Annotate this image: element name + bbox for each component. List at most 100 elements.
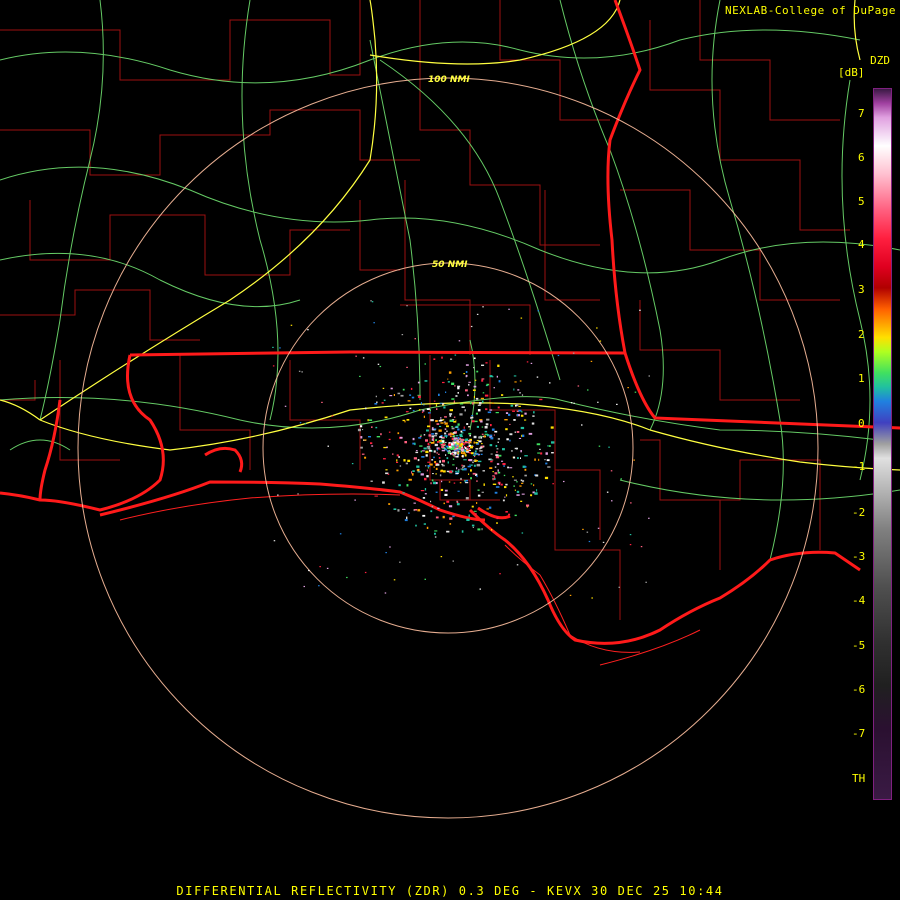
echo-pixel	[524, 419, 527, 421]
echo-pixel	[427, 461, 431, 463]
echo-pixel	[420, 450, 422, 453]
echo-pixel	[428, 434, 432, 437]
echo-pixel	[423, 523, 426, 525]
echo-pixel	[441, 446, 445, 449]
echo-pixel	[457, 448, 460, 451]
echo-pixel	[434, 461, 437, 464]
echo-pixel	[290, 324, 293, 326]
echo-pixel	[470, 402, 472, 405]
echo-pixel	[486, 508, 489, 510]
echo-pixel	[436, 463, 440, 466]
echo-pixel	[544, 476, 549, 480]
status-bar: DIFFERENTIAL REFLECTIVITY (ZDR) 0.3 DEG …	[176, 884, 724, 898]
echo-pixel	[520, 414, 524, 417]
echo-pixel	[368, 436, 371, 438]
echo-pixel	[433, 358, 436, 360]
echo-pixel	[437, 507, 440, 510]
echo-pixel	[471, 505, 474, 508]
echo-pixel	[471, 524, 475, 527]
echo-pixel	[502, 463, 506, 466]
echo-pixel	[415, 450, 418, 452]
echo-pixel	[475, 453, 479, 455]
echo-pixel	[438, 429, 442, 432]
echo-pixel	[426, 446, 430, 448]
echo-pixel	[586, 531, 589, 533]
echo-pixel	[492, 471, 494, 473]
echo-pixel	[371, 301, 374, 303]
echo-pixel	[473, 367, 475, 369]
echo-pixel	[500, 483, 503, 486]
echo-pixel	[455, 472, 459, 474]
echo-pixel	[453, 400, 455, 403]
echo-pixel	[498, 454, 502, 457]
echo-pixel	[491, 402, 495, 404]
echo-pixel	[505, 412, 509, 414]
echo-pixel	[327, 445, 329, 447]
echo-pixel	[431, 435, 435, 438]
echo-pixel	[449, 419, 453, 422]
echo-pixel	[445, 391, 447, 393]
echo-pixel	[476, 370, 479, 373]
echo-pixel	[448, 371, 452, 374]
echo-pixel	[435, 467, 438, 470]
echo-pixel	[476, 439, 480, 441]
echo-pixel	[396, 459, 398, 462]
echo-pixel	[393, 394, 395, 396]
echo-pixel	[319, 566, 321, 568]
echo-pixel	[422, 514, 426, 517]
echo-pixel	[494, 466, 497, 468]
echo-pixel	[551, 441, 555, 444]
echo-pixel	[436, 448, 438, 451]
echo-pixel	[404, 519, 408, 522]
echo-pixel	[563, 480, 565, 483]
echo-pixel	[492, 475, 495, 477]
echo-pixel	[520, 317, 523, 319]
echo-pixel	[435, 439, 437, 442]
ring-label-100: 100 NMI	[428, 75, 470, 85]
echo-pixel	[457, 470, 460, 473]
echo-pixel	[443, 443, 445, 445]
echo-pixel	[446, 470, 450, 473]
echo-pixel	[456, 503, 460, 506]
echo-pixel	[444, 428, 447, 430]
echo-pixel	[481, 426, 484, 428]
echo-pixel	[451, 382, 455, 385]
echo-pixel	[425, 450, 429, 454]
echo-pixel	[465, 482, 469, 484]
echo-pixel	[469, 452, 471, 454]
echo-pixel	[436, 423, 440, 425]
echo-pixel	[397, 509, 400, 512]
echo-pixel	[473, 435, 477, 439]
echo-pixel	[380, 433, 382, 436]
echo-pixel	[433, 466, 435, 468]
echo-pixel	[497, 454, 499, 456]
echo-pixel	[458, 446, 462, 449]
echo-pixel	[511, 450, 513, 452]
echo-pixel	[297, 493, 299, 495]
echo-pixel	[481, 379, 484, 382]
echo-pixel	[602, 541, 605, 543]
echo-pixel	[591, 597, 593, 599]
echo-pixel	[530, 494, 533, 497]
echo-pixel	[448, 505, 453, 508]
echo-pixel	[326, 567, 329, 569]
echo-pixel	[419, 435, 422, 437]
echo-pixel	[469, 459, 473, 462]
echo-pixel	[434, 435, 437, 437]
echo-pixel	[453, 482, 456, 484]
echo-pixel	[452, 458, 455, 460]
echo-pixel	[474, 420, 478, 423]
echo-pixel	[608, 446, 610, 448]
echo-pixel	[469, 434, 471, 437]
echo-pixel	[488, 506, 492, 509]
echo-pixel	[301, 371, 303, 373]
echo-pixel	[465, 374, 468, 377]
echo-pixel	[365, 407, 367, 410]
echo-pixel	[465, 371, 468, 373]
echo-pixel	[532, 415, 535, 417]
echo-pixel	[537, 452, 541, 454]
echo-pixel	[490, 424, 492, 427]
echo-pixel	[360, 436, 363, 439]
echo-pixel	[484, 430, 488, 433]
echo-pixel	[630, 502, 632, 504]
